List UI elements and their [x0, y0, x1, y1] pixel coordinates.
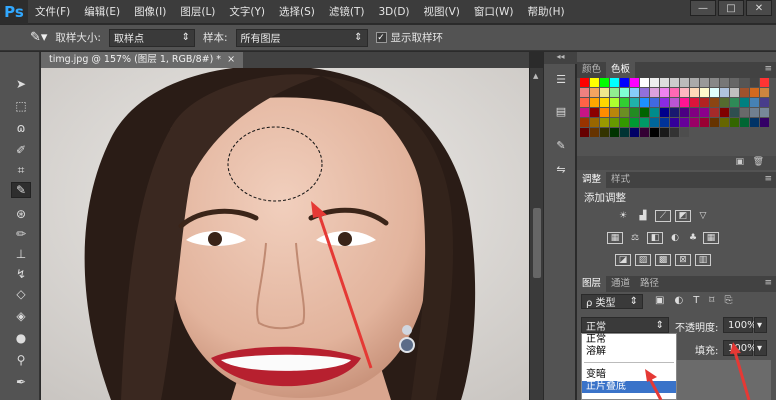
options-bar: ✎▾ 取样大小: 取样点 ⇕ 样本: 所有图层 ⇕ ✓ 显示取样环: [0, 25, 776, 51]
show-ring-checkbox[interactable]: ✓: [375, 32, 387, 43]
photoshop-logo: Ps: [0, 0, 28, 24]
stamp-tool-icon[interactable]: ⊥: [11, 246, 31, 262]
paint-bucket-tool-icon[interactable]: ◈: [11, 308, 31, 324]
marquee-tool-icon[interactable]: ⬚: [11, 98, 31, 114]
lasso-tool-icon[interactable]: ɷ: [11, 120, 31, 136]
menu-item[interactable]: 帮助(H): [521, 0, 572, 24]
updown-icon: ⇕: [181, 32, 190, 43]
eyedropper-tool-icon[interactable]: ✎: [11, 182, 31, 198]
menu-item[interactable]: 窗口(W): [467, 0, 521, 24]
properties-panel-icon[interactable]: ▤: [552, 102, 570, 120]
adjust-panel-icon[interactable]: ⇋: [552, 160, 570, 178]
scrollbar-thumb[interactable]: [533, 208, 541, 278]
menu-item[interactable]: 文字(Y): [222, 0, 272, 24]
toolbar: ➤ ⬚ ɷ ✐ ⌗ ✎ ⊛ ✏ ⊥ ↯ ◇ ◈ ● ⚲ ✒: [0, 52, 40, 400]
menu-item[interactable]: 滤镜(T): [322, 0, 372, 24]
minimize-button[interactable]: —: [690, 0, 716, 16]
right-panels: 颜色 色板 ≡ ▣ 🗑 调整 样式 ≡ 添加调整 ☀ ▟ ⟋ ◩ ▽ ▦ ⚖ ◧…: [577, 52, 776, 400]
sample-size-select[interactable]: 取样点 ⇕: [108, 28, 195, 47]
document-title: timg.jpg @ 157% (图层 1, RGB/8#) *: [49, 54, 222, 65]
move-tool-icon[interactable]: ➤: [11, 76, 31, 92]
menu-items: 文件(F) 编辑(E) 图像(I) 图层(L) 文字(Y) 选择(S) 滤镜(T) 3D(D)…: [28, 0, 572, 24]
healing-tool-icon[interactable]: ⊛: [11, 206, 31, 222]
panel-icon-strip: ◂◂ ☰ ▤ ✎ ⇋: [543, 52, 577, 400]
menu-item[interactable]: 编辑(E): [77, 0, 127, 24]
history-brush-tool-icon[interactable]: ↯: [11, 266, 31, 282]
window-controls: — □ ✕: [690, 0, 772, 16]
scroll-up-icon[interactable]: ▲: [533, 72, 541, 80]
quick-select-tool-icon[interactable]: ✐: [11, 142, 31, 158]
vertical-scrollbar[interactable]: ▲: [529, 68, 543, 400]
menu-item[interactable]: 文件(F): [28, 0, 77, 24]
menu-item[interactable]: 视图(V): [417, 0, 467, 24]
annotation-arrows: [645, 342, 751, 400]
close-button[interactable]: ✕: [746, 0, 772, 16]
collapse-icon[interactable]: ◂◂: [544, 52, 577, 64]
history-panel-icon[interactable]: ☰: [552, 70, 570, 88]
eyedropper-icon[interactable]: ✎▾: [30, 30, 47, 45]
menu-item[interactable]: 3D(D): [371, 0, 416, 24]
menu-bar: Ps 文件(F) 编辑(E) 图像(I) 图层(L) 文字(Y) 选择(S) 滤镜(T) 3D…: [0, 0, 776, 24]
show-ring-label: 显示取样环: [390, 32, 444, 44]
sample-select[interactable]: 所有图层 ⇕: [235, 28, 368, 47]
brush-tool-icon[interactable]: ✏: [11, 226, 31, 242]
close-tab-icon[interactable]: ×: [227, 52, 235, 68]
blur-tool-icon[interactable]: ●: [11, 330, 31, 346]
menu-item[interactable]: 图层(L): [173, 0, 222, 24]
menu-item[interactable]: 图像(I): [127, 0, 173, 24]
updown-icon: ⇕: [354, 32, 363, 43]
pen-tool-icon[interactable]: ✒: [11, 374, 31, 390]
document-canvas[interactable]: [41, 68, 529, 400]
document-tab[interactable]: timg.jpg @ 157% (图层 1, RGB/8#) * ×: [41, 52, 244, 68]
crop-tool-icon[interactable]: ⌗: [11, 162, 31, 178]
brush-panel-icon[interactable]: ✎: [552, 136, 570, 154]
sample-label: 样本:: [202, 32, 228, 44]
sample-size-label: 取样大小:: [55, 32, 101, 44]
maximize-button[interactable]: □: [718, 0, 744, 16]
portrait-image: [41, 68, 529, 400]
dodge-tool-icon[interactable]: ⚲: [11, 352, 31, 368]
eraser-tool-icon[interactable]: ◇: [11, 286, 31, 302]
menu-item[interactable]: 选择(S): [272, 0, 322, 24]
